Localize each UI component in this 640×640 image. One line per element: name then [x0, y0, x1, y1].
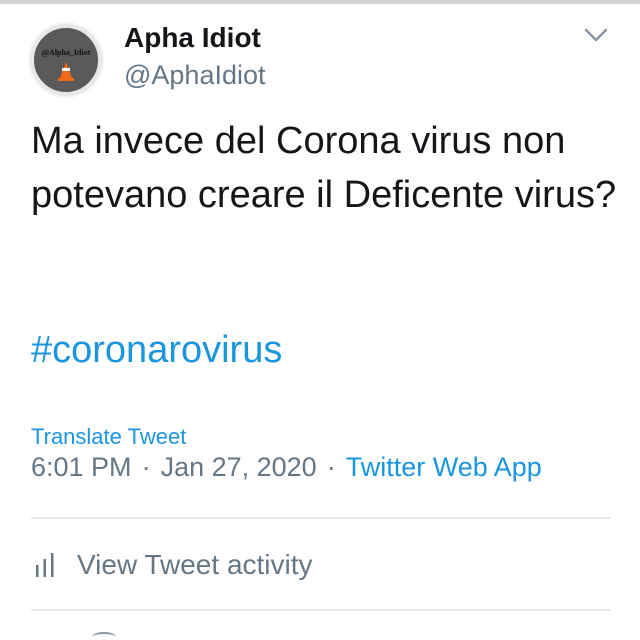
- chevron-down-icon[interactable]: [580, 24, 612, 46]
- view-tweet-activity-button[interactable]: View Tweet activity: [31, 545, 313, 585]
- view-tweet-activity-label: View Tweet activity: [77, 549, 313, 580]
- tweet-source-link[interactable]: Twitter Web App: [346, 452, 542, 482]
- tweet-text: Ma invece del Corona virus non potevano …: [31, 120, 617, 216]
- reply-icon[interactable]: [92, 632, 116, 640]
- translate-tweet-link[interactable]: Translate Tweet: [31, 424, 186, 450]
- bar-chart-icon: [36, 553, 54, 577]
- tweet-metadata: 6:01 PM · Jan 27, 2020 · Twitter Web App: [31, 452, 542, 483]
- meta-separator: ·: [141, 452, 151, 482]
- avatar-logo-text: @Alpha_Idiot: [42, 48, 91, 57]
- divider: [31, 609, 610, 611]
- avatar[interactable]: @Alpha_Idiot: [28, 22, 104, 98]
- display-name[interactable]: Apha Idiot: [124, 22, 261, 54]
- meta-separator: ·: [326, 452, 336, 482]
- tweet-detail-page: @Alpha_Idiot Apha Idiot @AphaIdiot Ma in…: [0, 0, 640, 640]
- avatar-image: @Alpha_Idiot: [30, 24, 102, 96]
- divider: [31, 517, 610, 519]
- top-divider: [0, 0, 640, 4]
- hashtag-link[interactable]: #coronarovirus: [31, 329, 282, 372]
- tweet-time: 6:01 PM: [31, 452, 132, 482]
- tweet-date[interactable]: Jan 27, 2020: [161, 452, 317, 482]
- user-handle[interactable]: @AphaIdiot: [124, 60, 266, 91]
